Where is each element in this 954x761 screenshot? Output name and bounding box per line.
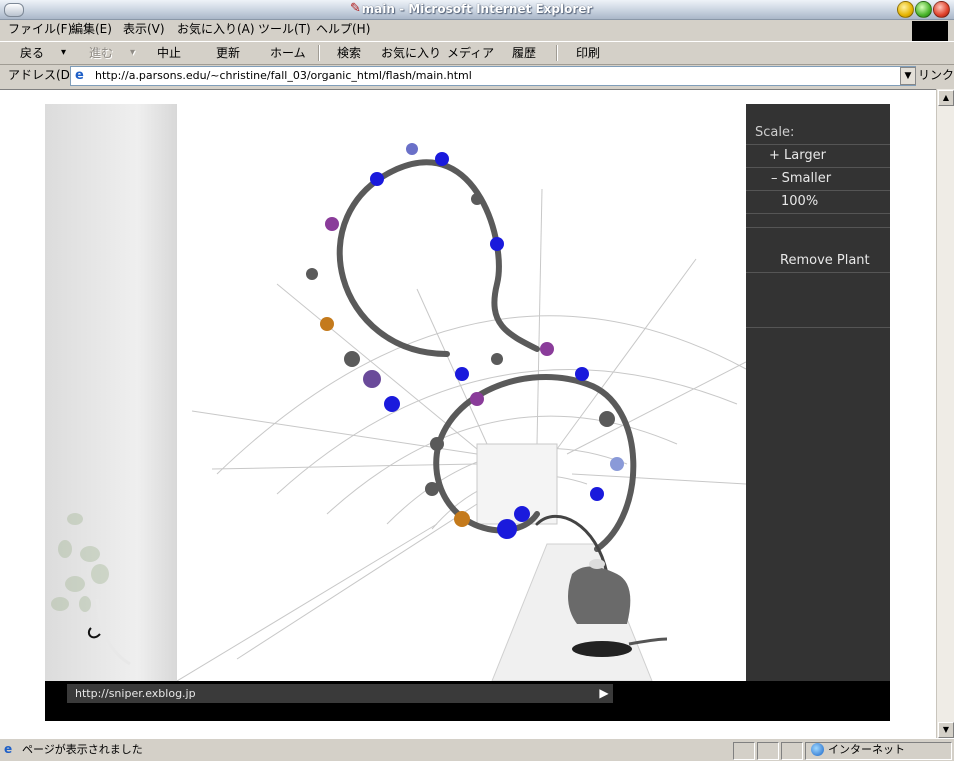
address-dropdown-icon[interactable]: ▼ [900,67,916,85]
address-input[interactable] [95,67,895,85]
favorites-button[interactable]: お気に入り [381,42,441,64]
window-title: main - Microsoft Internet Explorer [361,2,593,16]
toolbar-separator [556,45,558,61]
play-arrow-icon[interactable]: ▶ [595,684,613,703]
menu-file[interactable]: ファイル(F) [4,19,76,40]
plant-stage[interactable] [176,104,747,682]
print-button[interactable]: 印刷 [576,42,600,64]
back-dropdown-icon[interactable]: ▾ [61,42,66,64]
address-bar: アドレス(D) e [0,64,954,87]
plant-silhouette-graphic [51,513,131,666]
stop-button[interactable]: 中止 [157,42,181,64]
flash-footer-bar: http://sniper.exblog.jp ▶ [45,681,890,721]
search-button[interactable]: 検索 [337,42,361,64]
menu-tools[interactable]: ツール(T) [254,19,315,40]
media-button[interactable]: メディア [447,42,494,64]
ie-page-icon: e [75,68,84,83]
vertical-scrollbar[interactable]: ▲ ▼ [936,89,954,738]
menu-favorites[interactable]: お気に入り(A) [173,19,259,40]
ie-window-icon: ✎ [350,1,361,16]
larger-button[interactable]: + Larger [746,145,890,168]
internet-globe-icon [811,743,824,756]
remove-plant-button[interactable]: Remove Plant [746,250,890,273]
maximize-button[interactable] [915,1,932,18]
status-bar: e ページが表示されました インターネット [0,738,954,761]
footer-url-text[interactable]: http://sniper.exblog.jp [75,684,196,703]
scale-label: Scale: [746,122,890,145]
forward-dropdown-icon[interactable]: ▾ [130,42,135,64]
forward-button[interactable]: 進む [89,42,113,64]
scale-value: 100% [746,191,890,214]
status-pane [733,742,755,760]
address-label: アドレス(D) [8,68,75,82]
title-bar: main - Microsoft Internet Explorer ✎ [0,0,954,20]
flash-movie[interactable]: Scale: + Larger – Smaller 100% Remove Pl… [45,104,890,721]
left-decoration-panel [45,104,177,681]
standard-toolbar: 戻る ▾ 進む ▾ 中止 更新 ホーム 検索 お気に入り メディア 履歴 印刷 [0,41,954,65]
smaller-button[interactable]: – Smaller [746,168,890,191]
security-zone-text: インターネット [828,743,905,756]
scale-control-panel: Scale: + Larger – Smaller 100% Remove Pl… [746,104,890,681]
plant-canvas [176,143,747,682]
panel-divider [746,327,890,328]
close-button[interactable] [933,1,950,18]
menu-help[interactable]: ヘルプ(H) [312,19,374,40]
windows-logo-throbber [912,21,948,41]
links-button[interactable]: リンク [918,64,954,87]
history-button[interactable]: 履歴 [512,42,536,64]
footer-link-box[interactable]: http://sniper.exblog.jp ▶ [67,684,613,703]
status-pane [781,742,803,760]
home-button[interactable]: ホーム [270,42,306,64]
refresh-button[interactable]: 更新 [216,42,240,64]
scroll-down-icon[interactable]: ▼ [938,722,954,738]
back-button[interactable]: 戻る [20,42,44,64]
menu-bar: ファイル(F) 編集(E) 表示(V) お気に入り(A) ツール(T) ヘルプ(… [0,19,954,40]
page-done-icon: e [4,742,13,756]
address-field[interactable]: e [70,66,916,86]
toolbar-separator [318,45,320,61]
status-pane [757,742,779,760]
status-text: ページが表示されました [22,743,143,756]
minimize-button[interactable] [897,1,914,18]
panel-divider [746,227,890,228]
menu-view[interactable]: 表示(V) [119,19,169,40]
scroll-up-icon[interactable]: ▲ [938,90,954,106]
menu-edit[interactable]: 編集(E) [67,19,116,40]
